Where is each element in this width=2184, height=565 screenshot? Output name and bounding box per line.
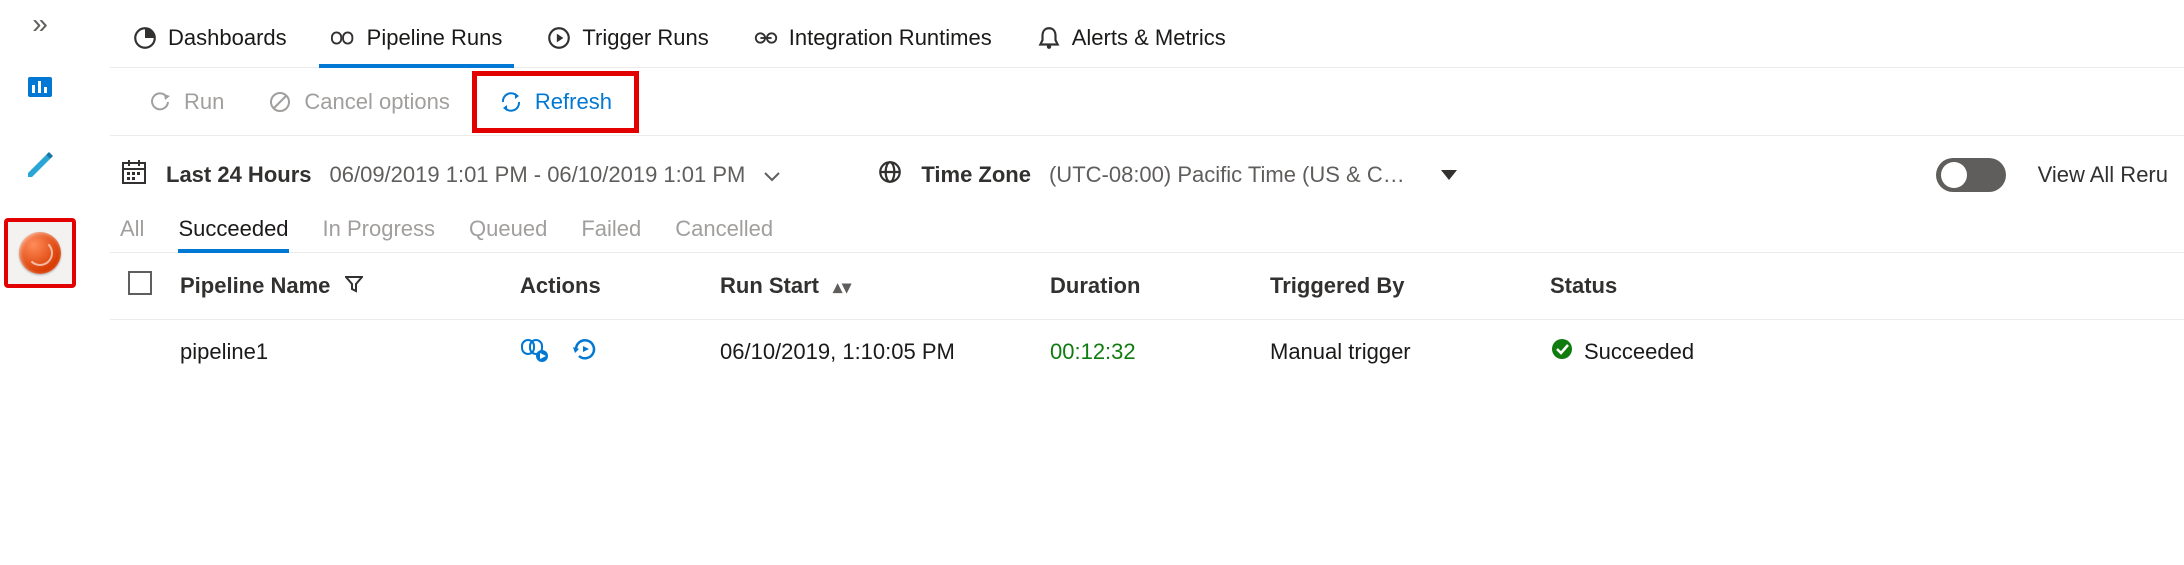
tab-alerts-metrics[interactable]: Alerts & Metrics: [1014, 8, 1248, 67]
tab-label: Dashboards: [168, 25, 287, 51]
refresh-icon: [499, 90, 523, 114]
view-activity-runs-icon[interactable]: [520, 334, 550, 370]
select-all-header[interactable]: [110, 253, 170, 320]
chart-report-icon: [24, 71, 56, 103]
refresh-button-highlight: Refresh: [472, 71, 639, 133]
left-nav-rail: »: [0, 0, 80, 565]
toggle-knob: [1941, 162, 1967, 188]
column-header-pipeline-name[interactable]: Pipeline Name: [170, 253, 510, 320]
filter-bar: Last 24 Hours 06/09/2019 1:01 PM - 06/10…: [110, 136, 2184, 202]
column-header-duration[interactable]: Duration: [1040, 253, 1260, 320]
cell-triggered-by: Manual trigger: [1260, 320, 1540, 385]
gauge-icon: [19, 232, 61, 274]
checkbox-icon[interactable]: [128, 271, 152, 295]
timezone-value[interactable]: (UTC-08:00) Pacific Time (US & Ca...: [1049, 162, 1409, 188]
status-tab-queued[interactable]: Queued: [469, 216, 547, 252]
status-tab-failed[interactable]: Failed: [581, 216, 641, 252]
status-filter-tabs: All Succeeded In Progress Queued Failed …: [110, 202, 2184, 253]
command-toolbar: Run Cancel options Refresh: [110, 68, 2184, 136]
column-header-run-start[interactable]: Run Start ▴▾: [710, 253, 1040, 320]
rerun-icon[interactable]: [570, 334, 600, 370]
runs-table: Pipeline Name Actions Run Start ▴▾ Durat…: [110, 253, 2184, 384]
time-range-value[interactable]: 06/09/2019 1:01 PM - 06/10/2019 1:01 PM: [330, 162, 746, 188]
refresh-button[interactable]: Refresh: [477, 77, 634, 127]
button-label: Cancel options: [304, 89, 450, 115]
bell-icon: [1036, 25, 1062, 51]
chevron-down-icon[interactable]: [763, 162, 781, 188]
rail-item-monitor[interactable]: [4, 218, 76, 288]
view-all-reruns-toggle[interactable]: [1936, 158, 2006, 192]
run-icon: [148, 90, 172, 114]
tab-integration-runtimes[interactable]: Integration Runtimes: [731, 8, 1014, 67]
tab-label: Trigger Runs: [582, 25, 708, 51]
cell-actions: [510, 320, 710, 385]
timezone-dropdown-caret[interactable]: [1441, 170, 1457, 180]
tab-pipeline-runs[interactable]: Pipeline Runs: [309, 8, 525, 67]
run-button: Run: [126, 77, 246, 127]
integration-icon: [753, 25, 779, 51]
cell-duration: 00:12:32: [1040, 320, 1260, 385]
column-header-triggered-by[interactable]: Triggered By: [1260, 253, 1540, 320]
calendar-icon[interactable]: [120, 158, 148, 192]
cell-pipeline-name[interactable]: pipeline1: [170, 320, 510, 385]
globe-icon: [877, 159, 903, 191]
success-check-icon: [1550, 337, 1574, 367]
funnel-icon[interactable]: [345, 273, 363, 298]
tab-label: Alerts & Metrics: [1072, 25, 1226, 51]
play-circle-icon: [546, 25, 572, 51]
column-header-actions: Actions: [510, 253, 710, 320]
rail-item-author[interactable]: [15, 140, 65, 190]
view-all-reruns-label: View All Reru: [2038, 162, 2168, 188]
tab-trigger-runs[interactable]: Trigger Runs: [524, 8, 730, 67]
pencil-icon: [24, 149, 56, 181]
rail-expand-button[interactable]: »: [32, 10, 48, 48]
status-tab-succeeded[interactable]: Succeeded: [178, 216, 288, 252]
table-row[interactable]: pipeline1 06/10/2019, 1:10:05 PM 00:12:3…: [110, 320, 2184, 385]
status-tab-inprogress[interactable]: In Progress: [323, 216, 436, 252]
timezone-label: Time Zone: [921, 162, 1031, 188]
button-label: Run: [184, 89, 224, 115]
column-header-status[interactable]: Status: [1540, 253, 2184, 320]
tab-label: Pipeline Runs: [367, 25, 503, 51]
sort-icon[interactable]: ▴▾: [833, 277, 851, 297]
button-label: Refresh: [535, 89, 612, 115]
cell-run-start: 06/10/2019, 1:10:05 PM: [710, 320, 1040, 385]
time-range-label: Last 24 Hours: [166, 162, 312, 188]
cell-status: Succeeded: [1540, 320, 2184, 385]
cancel-options-button: Cancel options: [246, 77, 472, 127]
cancel-icon: [268, 90, 292, 114]
main-content: Dashboards Pipeline Runs Trigger Runs In…: [80, 0, 2184, 565]
tab-label: Integration Runtimes: [789, 25, 992, 51]
rail-item-home[interactable]: [15, 62, 65, 112]
pipeline-icon: [331, 25, 357, 51]
dashboard-icon: [132, 25, 158, 51]
status-tab-all[interactable]: All: [120, 216, 144, 252]
top-pivot-nav: Dashboards Pipeline Runs Trigger Runs In…: [110, 0, 2184, 68]
status-text: Succeeded: [1584, 339, 1694, 365]
status-tab-cancelled[interactable]: Cancelled: [675, 216, 773, 252]
tab-dashboards[interactable]: Dashboards: [110, 8, 309, 67]
